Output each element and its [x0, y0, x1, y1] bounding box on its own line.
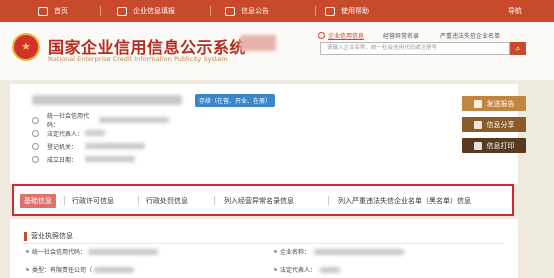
notice-icon: [225, 6, 235, 16]
national-emblem-icon: ★: [12, 33, 40, 61]
field-value-redacted: [99, 117, 169, 123]
credit-code-field: 统一社会信用代码：: [32, 113, 169, 129]
field-value-redacted: [85, 143, 145, 149]
tab-divider: [64, 196, 65, 205]
row-label: 企业名称：: [280, 249, 311, 256]
tab-divider: [328, 196, 329, 205]
nav-help[interactable]: 使用帮助: [325, 0, 369, 22]
nav-guide[interactable]: 导航: [508, 0, 522, 22]
button-label: 信息分享: [486, 120, 515, 129]
nav-home-label: 首页: [54, 7, 68, 15]
row-value-redacted: [94, 266, 135, 273]
section-divider: [24, 243, 504, 244]
field-value-redacted: [85, 156, 135, 162]
row-label: 法定代表人：: [280, 267, 317, 274]
edit-icon: [117, 6, 127, 16]
nav-notice-label: 信息公告: [241, 7, 269, 15]
founding-date-field: 成立日期：: [32, 154, 135, 164]
nav-divider: [100, 6, 101, 16]
tab-abnormal-list[interactable]: 列入经营异常名录信息: [224, 196, 294, 206]
button-label: 信息打印: [486, 141, 515, 150]
help-icon: [325, 6, 335, 16]
id-icon: [32, 116, 39, 124]
nav-help-label: 使用帮助: [341, 7, 369, 15]
search-tab-label: 企业信用信息: [328, 33, 365, 40]
bullet-icon: [26, 268, 29, 271]
search-tab-label: 经营异常名录: [383, 33, 420, 40]
search-icon: [318, 32, 325, 39]
tab-basic-info[interactable]: 基础信息: [20, 194, 56, 208]
nav-notice[interactable]: 信息公告: [225, 0, 269, 22]
business-license-section: 营业执照信息 统一社会信用代码： 类型：有限责任公司（ 企业名称： 法定代表人：: [10, 219, 518, 278]
nav-divider: [315, 6, 316, 16]
send-report-button[interactable]: 发送报告: [462, 96, 526, 111]
tab-admin-penalty[interactable]: 行政处罚信息: [146, 196, 188, 206]
site-subtitle: National Enterprise Credit Information P…: [48, 55, 228, 63]
row-value-redacted: [88, 248, 159, 255]
row-label: 类型：有限责任公司（: [32, 267, 93, 274]
section-marker: [24, 231, 27, 241]
calendar-icon: [32, 155, 39, 163]
search-button[interactable]: ⌕: [510, 42, 526, 55]
field-label: 登记机关：: [47, 143, 78, 151]
row-value-redacted: [320, 266, 341, 273]
row-label: 统一社会信用代码：: [32, 249, 87, 256]
field-label: 成立日期：: [47, 156, 78, 164]
top-nav: 首页 企业信息填报 信息公告 使用帮助 导航: [0, 0, 554, 22]
registration-office-field: 登记机关：: [32, 141, 145, 151]
legal-rep-field: 法定代表人：: [32, 128, 105, 138]
user-icon: [32, 129, 39, 137]
tab-admin-license[interactable]: 行政许可信息: [72, 196, 114, 206]
print-info-button[interactable]: 信息打印: [462, 138, 526, 153]
nav-report-label: 企业信息填报: [133, 7, 175, 15]
search-tab-credit[interactable]: 企业信用信息: [318, 31, 364, 40]
bullet-icon: [274, 268, 277, 271]
bullet-icon: [26, 250, 29, 253]
nav-guide-label: 导航: [508, 7, 522, 15]
row-value-redacted: [314, 248, 405, 255]
button-label: 发送报告: [486, 99, 515, 108]
tab-blacklist[interactable]: 列入严重违法失信企业名单（黑名单）信息: [338, 196, 471, 206]
region-badge: [240, 35, 276, 51]
section-title-label: 营业执照信息: [31, 232, 73, 240]
field-label: 统一社会信用代码：: [47, 113, 90, 129]
company-name-redacted: [32, 95, 182, 105]
print-icon: [473, 141, 482, 150]
bullet-icon: [274, 250, 277, 253]
field-label: 法定代表人：: [47, 130, 84, 138]
type-row: 类型：有限责任公司（: [26, 265, 135, 274]
send-icon: [473, 99, 482, 108]
field-value-redacted: [85, 130, 105, 136]
share-info-button[interactable]: 信息分享: [462, 117, 526, 132]
nav-divider: [210, 6, 211, 16]
search-tab-label: 严重违法失信企业名单: [440, 33, 501, 40]
nav-report[interactable]: 企业信息填报: [117, 0, 175, 22]
nav-home[interactable]: 首页: [38, 0, 68, 22]
share-icon: [473, 120, 482, 129]
site-header: ★ 国家企业信用信息公示系统 National Enterprise Credi…: [0, 22, 554, 80]
search-input[interactable]: 请输入企业名称、统一社会信用代码或注册号: [320, 42, 510, 55]
search-tab-abnormal[interactable]: 经营异常名录: [383, 31, 419, 40]
section-title: 营业执照信息: [24, 231, 73, 241]
tab-divider: [138, 196, 139, 205]
company-name-row: 企业名称：: [274, 247, 405, 256]
home-icon: [38, 6, 48, 16]
legal-rep-row: 法定代表人：: [274, 265, 341, 274]
status-badge: 存续（在营、开业、在册）: [195, 94, 276, 107]
search-tab-blacklist[interactable]: 严重违法失信企业名单: [440, 31, 500, 40]
tab-divider: [214, 196, 215, 205]
credit-code-row: 统一社会信用代码：: [26, 247, 159, 256]
info-tabs: 基础信息 行政许可信息 行政处罚信息 列入经营异常名录信息 列入严重违法失信企业…: [12, 184, 514, 216]
building-icon: [32, 142, 39, 150]
company-card: 存续（在营、开业、在册） 统一社会信用代码： 法定代表人： 登记机关： 成立日期…: [10, 84, 526, 184]
